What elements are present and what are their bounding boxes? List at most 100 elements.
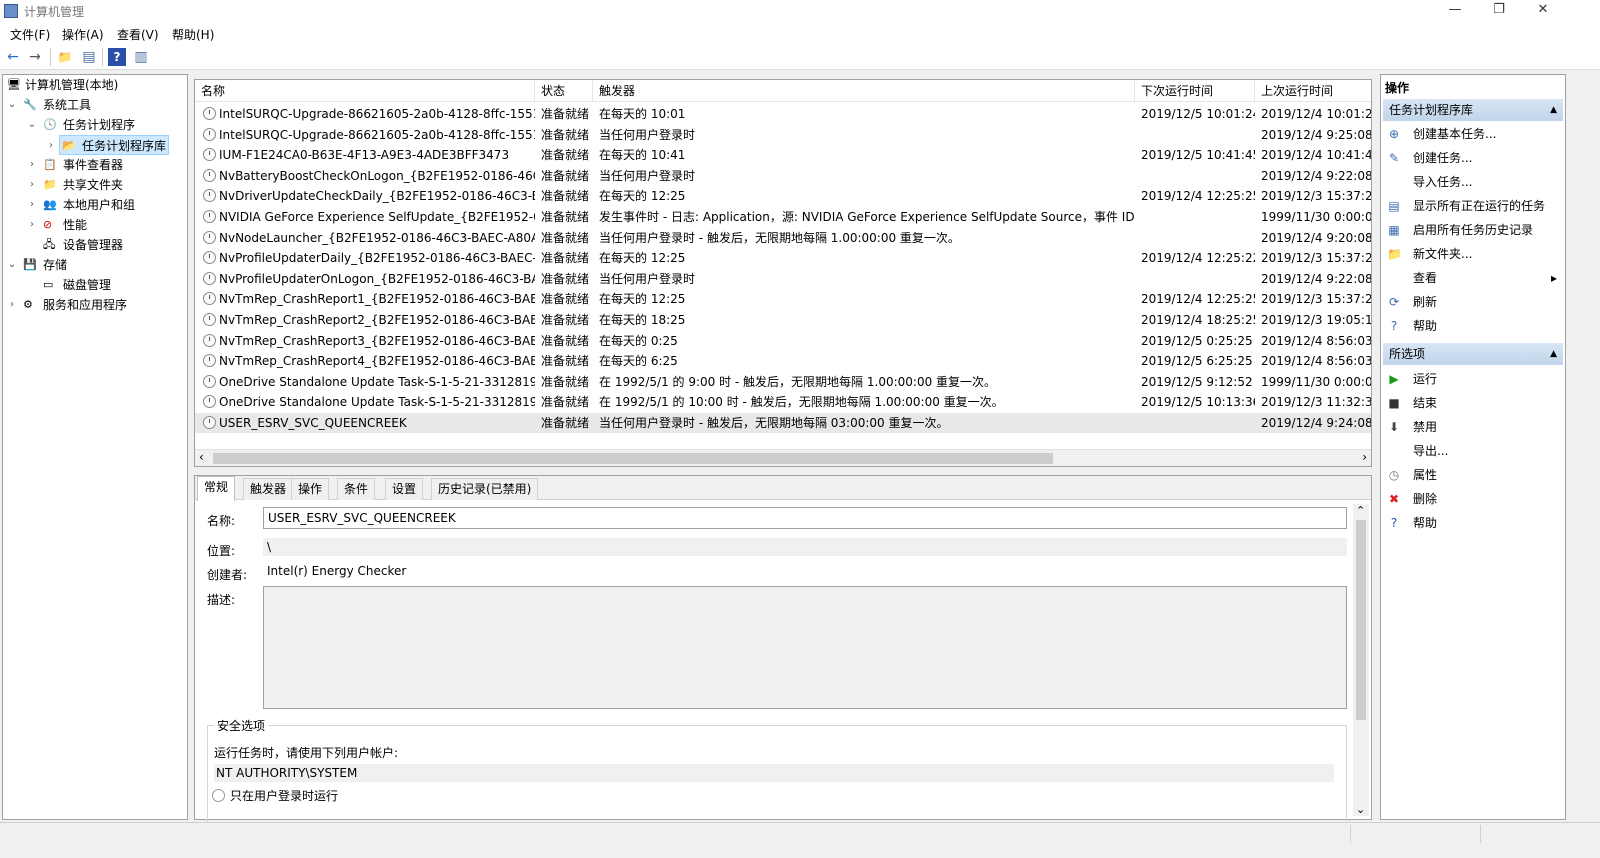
task-trigger: 当任何用户登录时 - 触发后，无限期地每隔 1.00:00:00 重复一次。 [599, 230, 960, 245]
table-row[interactable]: NvTmRep_CrashReport2_{B2FE1952-0186-46C3… [195, 310, 1371, 330]
table-row[interactable]: IntelSURQC-Upgrade-86621605-2a0b-4128-8f… [195, 104, 1371, 124]
table-row[interactable]: NvTmRep_CrashReport4_{B2FE1952-0186-46C3… [195, 351, 1371, 371]
action-item[interactable]: ▶ 运行 [1383, 368, 1563, 390]
action-item[interactable]: ▦ 启用所有任务历史记录 [1383, 219, 1563, 241]
up-folder-icon[interactable]: 📁 [56, 48, 74, 66]
action-item[interactable]: ? 帮助 [1383, 512, 1563, 534]
action-label: 查看 [1413, 271, 1438, 285]
tree-item-computer-management[interactable]: 🖥 计算机管理(本地) [5, 75, 185, 95]
table-row[interactable]: NvProfileUpdaterDaily_{B2FE1952-0186-46C… [195, 248, 1371, 268]
action-item[interactable]: ⟳ 刷新 [1383, 291, 1563, 313]
column-header-trigger[interactable]: 触发器 [593, 80, 1135, 102]
table-row[interactable]: NvTmRep_CrashReport1_{B2FE1952-0186-46C3… [195, 289, 1371, 309]
action-item[interactable]: 📁 新文件夹... [1383, 243, 1563, 265]
action-item[interactable]: ◷ 属性 [1383, 464, 1563, 486]
tree-item-task-scheduler-library[interactable]: › 📂 任务计划程序库 [49, 135, 169, 155]
tree-item-disk-management[interactable]: ▭ 磁盘管理 [5, 275, 185, 295]
section-task-scheduler-library[interactable]: 任务计划程序库 ▲ [1383, 99, 1563, 121]
action-item[interactable]: ✎ 创建任务... [1383, 147, 1563, 169]
horizontal-scrollbar[interactable]: ‹ › [195, 449, 1371, 466]
table-row[interactable]: NvDriverUpdateCheckDaily_{B2FE1952-0186-… [195, 186, 1371, 206]
action-item[interactable]: 导出... [1383, 440, 1563, 462]
minimize-button[interactable]: — [1432, 0, 1478, 22]
action-label: 启用所有任务历史记录 [1413, 223, 1534, 237]
scroll-left-icon[interactable]: ‹ [199, 450, 204, 464]
action-item[interactable]: ⊕ 创建基本任务... [1383, 123, 1563, 145]
action-item[interactable]: ⬇ 禁用 [1383, 416, 1563, 438]
tree-item-task-scheduler[interactable]: ⌄ 🕓 任务计划程序 [5, 115, 185, 135]
help-icon[interactable]: ? [108, 48, 126, 66]
detail-vertical-scrollbar[interactable]: ⌃ ⌄ [1353, 504, 1369, 816]
chevron-down-icon[interactable]: ⌄ [7, 255, 17, 275]
table-row[interactable]: USER_ESRV_SVC_QUEENCREEK 准备就绪 当任何用户登录时 - 触… [195, 413, 1371, 433]
action-item[interactable]: 查看 ▸ [1383, 267, 1563, 289]
back-arrow-icon[interactable]: ← [4, 48, 22, 66]
menu-view[interactable]: 查看(V) [117, 26, 159, 43]
action-item[interactable]: ■ 结束 [1383, 392, 1563, 414]
restore-button[interactable]: ❐ [1476, 0, 1522, 22]
chevron-right-icon[interactable]: › [27, 175, 37, 195]
tab-general[interactable]: 常规 [197, 476, 236, 501]
description-field[interactable] [263, 586, 1347, 709]
close-button[interactable]: ✕ [1520, 0, 1566, 22]
show-action-pane-icon[interactable]: ▥ [132, 48, 150, 66]
scroll-thumb[interactable] [213, 453, 1053, 464]
tree-item-services-applications[interactable]: › ⚙ 服务和应用程序 [5, 295, 185, 315]
radio-run-when-logged-on[interactable] [212, 789, 225, 802]
task-status: 准备就绪 [541, 127, 590, 142]
action-item[interactable]: ▤ 显示所有正在运行的任务 [1383, 195, 1563, 217]
tree-item-system-tools[interactable]: ⌄ 🔧 系统工具 [5, 95, 185, 115]
scroll-down-icon[interactable]: ⌄ [1356, 803, 1365, 816]
chevron-right-icon[interactable]: › [27, 195, 37, 215]
column-header-last-run[interactable]: 上次运行时间 [1255, 80, 1371, 102]
task-name-field[interactable]: USER_ESRV_SVC_QUEENCREEK [263, 507, 1347, 529]
table-row[interactable]: NvProfileUpdaterOnLogon_{B2FE1952-0186-4… [195, 269, 1371, 289]
chevron-right-icon[interactable]: › [27, 155, 37, 175]
chevron-right-icon[interactable]: › [46, 136, 56, 156]
tree-item-local-users-groups[interactable]: › 👥 本地用户和组 [5, 195, 185, 215]
table-row[interactable]: NvNodeLauncher_{B2FE1952-0186-46C3-BAEC-… [195, 228, 1371, 248]
scroll-up-icon[interactable]: ⌃ [1356, 504, 1365, 517]
tab-settings[interactable]: 设置 [385, 478, 424, 500]
tab-actions[interactable]: 操作 [291, 478, 330, 500]
chevron-right-icon[interactable]: › [27, 215, 37, 235]
tree-item-performance[interactable]: › ⊘ 性能 [5, 215, 185, 235]
chevron-down-icon[interactable]: ⌄ [27, 115, 37, 135]
menu-file[interactable]: 文件(F) [10, 26, 50, 43]
column-header-next-run[interactable]: 下次运行时间 [1135, 80, 1255, 102]
tree-item-storage[interactable]: ⌄ 💾 存储 [5, 255, 185, 275]
menu-action[interactable]: 操作(A) [62, 26, 104, 43]
disk-icon: ▭ [43, 278, 54, 291]
chevron-right-icon[interactable]: › [7, 295, 17, 315]
menu-help[interactable]: 帮助(H) [172, 26, 214, 43]
tab-conditions[interactable]: 条件 [337, 478, 376, 500]
table-row[interactable]: OneDrive Standalone Update Task-S-1-5-21… [195, 372, 1371, 392]
tab-triggers[interactable]: 触发器 [243, 478, 294, 500]
column-header-name[interactable]: 名称 [195, 80, 535, 102]
action-icon [1387, 271, 1401, 285]
column-header-status[interactable]: 状态 [535, 80, 593, 102]
scroll-right-icon[interactable]: › [1362, 450, 1367, 464]
forward-arrow-icon[interactable]: → [26, 48, 44, 66]
show-hide-tree-icon[interactable]: ▤ [80, 48, 98, 66]
section-title: 任务计划程序库 [1389, 103, 1474, 117]
collapse-icon[interactable]: ▲ [1550, 343, 1557, 365]
task-clock-icon [203, 313, 216, 326]
table-row[interactable]: NvTmRep_CrashReport3_{B2FE1952-0186-46C3… [195, 331, 1371, 351]
action-item[interactable]: ? 帮助 [1383, 315, 1563, 337]
table-row[interactable]: NVIDIA GeForce Experience SelfUpdate_{B2… [195, 207, 1371, 227]
action-item[interactable]: 导入任务... [1383, 171, 1563, 193]
table-row[interactable]: NvBatteryBoostCheckOnLogon_{B2FE1952-018… [195, 166, 1371, 186]
table-row[interactable]: IUM-F1E24CA0-B63E-4F13-A9E3-4ADE3BFF3473… [195, 145, 1371, 165]
action-item[interactable]: ✖ 删除 [1383, 488, 1563, 510]
tree-item-shared-folders[interactable]: › 📁 共享文件夹 [5, 175, 185, 195]
tab-history[interactable]: 历史记录(已禁用) [431, 478, 539, 500]
table-row[interactable]: OneDrive Standalone Update Task-S-1-5-21… [195, 392, 1371, 412]
scroll-thumb[interactable] [1356, 520, 1366, 720]
collapse-icon[interactable]: ▲ [1550, 99, 1557, 121]
section-selected-item[interactable]: 所选项 ▲ [1383, 343, 1563, 365]
tree-item-event-viewer[interactable]: › 📋 事件查看器 [5, 155, 185, 175]
table-row[interactable]: IntelSURQC-Upgrade-86621605-2a0b-4128-8f… [195, 125, 1371, 145]
chevron-down-icon[interactable]: ⌄ [7, 95, 17, 115]
tree-item-device-manager[interactable]: 🖧 设备管理器 [5, 235, 185, 255]
